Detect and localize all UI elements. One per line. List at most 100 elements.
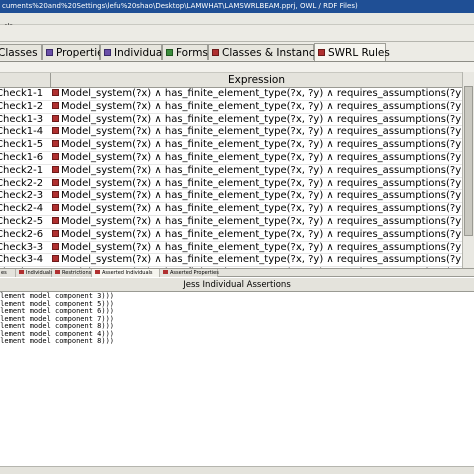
rule-name: Check3-3 — [0, 241, 44, 253]
rule-expression-cell: Model_system(?x) ∧ has_finite_element_ty… — [52, 254, 462, 267]
rule-icon — [52, 127, 59, 135]
swrl-rule-row[interactable]: Check1-2 Model_system(?x) ∧ has_finite_el… — [0, 101, 462, 114]
swrl-rule-row[interactable]: Check2-1 Model_system(?x) ∧ has_finite_el… — [0, 165, 462, 178]
rule-expression-cell: Model_system(?x) ∧ has_finite_element_ty… — [52, 101, 462, 114]
bottom-status-bar — [0, 466, 474, 474]
rule-icon — [52, 191, 59, 199]
jess-assertions-header: Jess Individual Assertions — [0, 278, 474, 292]
rule-icon — [52, 114, 59, 122]
rule-expression-cell: Model_system(?x) ∧ has_finite_element_ty… — [52, 165, 462, 178]
rule-expression-cell: Model_system(?x) ∧ has_finite_element_ty… — [52, 114, 462, 127]
rule-expression: Model_system(?x) ∧ has_finite_element_ty… — [61, 203, 462, 215]
rule-icon — [52, 242, 59, 250]
swrl-tab-icon — [318, 49, 325, 56]
subtab-restrictions-label: Restrictions — [62, 270, 92, 276]
rule-expression: Model_system(?x) ∧ has_finite_element_ty… — [61, 152, 462, 163]
window-title-bar: cuments%20and%20Settings\lefu%20shao\Des… — [0, 0, 474, 13]
subtab-es[interactable]: es — [0, 269, 16, 277]
swrl-rule-row[interactable]: Check2-2 Model_system(?x) ∧ has_finite_el… — [0, 178, 462, 191]
rule-expression-cell: Model_system(?x) ∧ has_finite_element_ty… — [52, 126, 462, 139]
rule-expression-cell: Model_system(?x) ∧ has_finite_element_ty… — [52, 152, 462, 165]
tab-swrl-rules[interactable]: SWRL Rules — [314, 43, 390, 61]
rule-name-cell: Check2-3 — [0, 190, 50, 203]
swrl-rule-row[interactable]: Check3-4 Model_system(?x) ∧ has_finite_el… — [0, 254, 462, 268]
tab-forms-label: Forms — [176, 47, 208, 59]
rule-icon — [52, 89, 59, 96]
tab-classes-instances[interactable]: Classes & Instances — [208, 44, 327, 60]
tab-classes[interactable]: Classes — [0, 44, 42, 60]
scrollbar-thumb[interactable] — [464, 86, 473, 236]
swrl-rule-row[interactable]: Check1-6 Model_system(?x) ∧ has_finite_el… — [0, 152, 462, 165]
instances-tab-icon — [212, 49, 219, 56]
tab-forms[interactable]: Forms — [162, 44, 208, 60]
rule-name: Check1-3 — [0, 113, 44, 125]
swrl-rule-row[interactable]: Check2-3 Model_system(?x) ∧ has_finite_el… — [0, 190, 462, 204]
jess-assertions-list[interactable]: element model component 3))) element mode… — [0, 292, 474, 466]
tab-individuals[interactable]: Individuals — [100, 44, 171, 60]
individuals-subtab-icon — [19, 270, 24, 274]
swrl-rule-row[interactable]: Check3-3 Model_system(?x) ∧ has_finite_el… — [0, 242, 462, 255]
property-tab-icon — [46, 49, 53, 56]
rule-expression: Model_system(?x) ∧ has_finite_element_ty… — [61, 113, 462, 125]
rule-name-cell: Check2-2 — [0, 178, 50, 191]
tab-properties[interactable]: Properties — [42, 44, 109, 60]
rule-expression-cell: Model_system(?x) ∧ has_finite_element_ty… — [52, 242, 462, 255]
rule-expression-cell: Model_system(?x) ∧ has_finite_element_ty… — [52, 216, 462, 229]
asserted-properties-subtab-icon — [163, 270, 168, 274]
tab-strip: Classes Properties Individuals Forms Cla… — [0, 42, 474, 62]
rule-expression: Model_system(?x) ∧ has_finite_element_ty… — [61, 126, 462, 138]
swrl-rule-row[interactable]: Check2-4 Model_system(?x) ∧ has_finite_el… — [0, 203, 462, 216]
rule-name-cell: Check1-2 — [0, 101, 50, 114]
jess-assertion-row[interactable]: element model component 8))) — [0, 337, 474, 346]
rule-name-cell: Check3-3 — [0, 242, 50, 255]
swrl-vertical-scrollbar[interactable] — [462, 72, 474, 268]
rule-expression-cell: Model_system(?x) ∧ has_finite_element_ty… — [52, 88, 462, 101]
swrl-table-header: Expression — [0, 72, 462, 88]
swrl-rule-row[interactable]: Check1-4 Model_system(?x) ∧ has_finite_el… — [0, 126, 462, 140]
rule-name: Check1-5 — [0, 139, 44, 151]
column-header-expression[interactable]: Expression — [51, 73, 462, 88]
rule-icon — [52, 153, 59, 160]
rule-expression: Model_system(?x) ∧ has_finite_element_ty… — [61, 228, 462, 240]
rule-expression-cell: Model_system(?x) ∧ has_finite_element_ty… — [52, 190, 462, 203]
subtab-individuals-label: Individuals — [26, 270, 53, 276]
rule-icon — [52, 178, 59, 186]
rule-name: Check1-6 — [0, 152, 44, 163]
rule-name-cell: Check3-4 — [0, 254, 50, 267]
rule-expression: Model_system(?x) ∧ has_finite_element_ty… — [61, 241, 462, 253]
rule-expression: Model_system(?x) ∧ has_finite_element_ty… — [61, 88, 462, 99]
subtab-individuals[interactable]: Individuals — [16, 269, 53, 277]
rule-name-cell: Check1-6 — [0, 152, 50, 165]
rule-name: Check2-6 — [0, 228, 44, 240]
swrl-rule-row[interactable]: Check1-3 Model_system(?x) ∧ has_finite_el… — [0, 114, 462, 127]
subtab-asserted-properties[interactable]: Asserted Properties — [160, 269, 219, 277]
rule-expression-cell: Model_system(?x) ∧ has_finite_element_ty… — [52, 203, 462, 216]
rule-icon — [52, 204, 59, 212]
rule-expression-cell: Model_system(?x) ∧ has_finite_element_ty… — [52, 229, 462, 242]
subtab-es-label: es — [1, 270, 7, 276]
tab-classes-instances-label: Classes & Instances — [222, 47, 327, 59]
rule-expression: Model_system(?x) ∧ has_finite_element_ty… — [61, 164, 462, 176]
subtab-restrictions[interactable]: Restrictions — [52, 269, 92, 277]
tab-swrl-rules-label: SWRL Rules — [328, 47, 390, 59]
rule-name: Check2-5 — [0, 216, 44, 227]
rule-icon — [52, 165, 59, 173]
swrl-rule-row[interactable]: Check1-5 Model_system(?x) ∧ has_finite_el… — [0, 139, 462, 152]
rule-name: Check2-2 — [0, 177, 44, 189]
subtab-asserted-individuals[interactable]: Asserted Individuals — [92, 269, 160, 277]
rule-name: Check1-1 — [0, 88, 44, 99]
rule-name-cell: Check1-3 — [0, 114, 50, 127]
swrl-rule-row[interactable]: Check1-1 Model_system(?x) ∧ has_finite_el… — [0, 88, 462, 101]
swrl-rule-row[interactable]: Check2-6 Model_system(?x) ∧ has_finite_el… — [0, 229, 462, 242]
rule-name-cell: Check1-1 — [0, 88, 50, 101]
column-header-name[interactable] — [0, 73, 51, 88]
toolbar — [0, 25, 474, 42]
swrl-rules-table: Expression Check1-1 Model_system(?x) ∧ ha… — [0, 72, 462, 268]
rule-expression: Model_system(?x) ∧ has_finite_element_ty… — [61, 139, 462, 151]
rule-expression: Model_system(?x) ∧ has_finite_element_ty… — [61, 216, 462, 227]
subtab-strip: es Individuals Restrictions Asserted Ind… — [0, 268, 474, 277]
rule-name-cell: Check2-5 — [0, 216, 50, 229]
rule-expression: Model_system(?x) ∧ has_finite_element_ty… — [61, 254, 462, 266]
swrl-rule-row[interactable]: Check2-5 Model_system(?x) ∧ has_finite_el… — [0, 216, 462, 229]
rule-icon — [52, 101, 59, 109]
